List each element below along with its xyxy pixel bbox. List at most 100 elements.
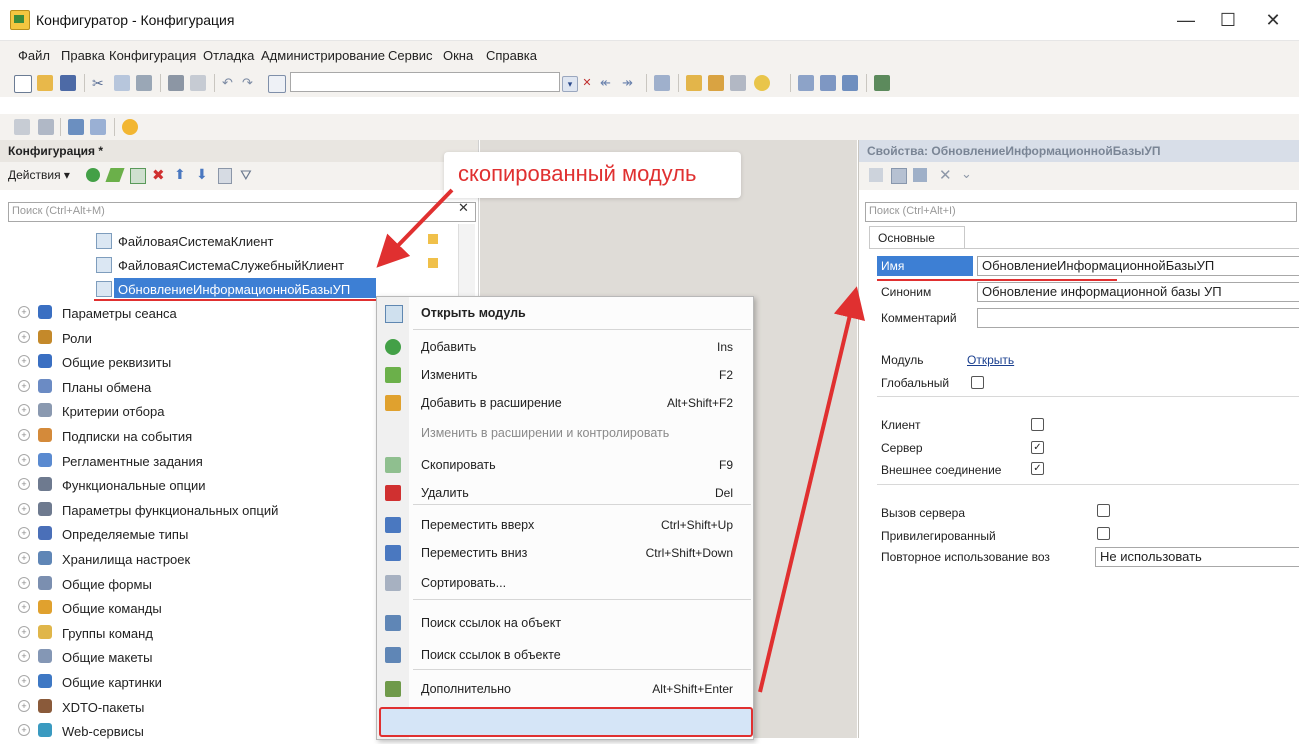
print-icon[interactable]: [168, 75, 184, 91]
clear-search-icon[interactable]: ✕: [580, 76, 594, 90]
new-icon[interactable]: [14, 75, 32, 93]
list-icon[interactable]: [14, 119, 30, 135]
ctx-item[interactable]: Дополнительно Alt+Shift+Enter: [377, 675, 753, 704]
menu-file[interactable]: Файл: [18, 48, 50, 63]
syntax-icon[interactable]: [708, 75, 724, 91]
chevron-down-icon[interactable]: ⌄: [961, 166, 972, 182]
undo-icon[interactable]: ↶: [222, 75, 238, 91]
actions-menu[interactable]: Действия ▾: [8, 168, 70, 182]
module-open-link[interactable]: Открыть: [967, 353, 1014, 367]
search-prev-icon[interactable]: ↞: [600, 75, 616, 91]
menu-windows[interactable]: Окна: [443, 48, 473, 63]
expand-icon[interactable]: +: [18, 429, 30, 441]
expand-icon[interactable]: +: [18, 552, 30, 564]
expand-icon[interactable]: +: [18, 699, 30, 712]
expand-icon[interactable]: +: [18, 527, 30, 540]
tree-item-module[interactable]: ФайловаяСистемаСлужебныйКлиент: [0, 254, 476, 278]
clear-icon[interactable]: ✕: [939, 166, 952, 184]
tree-item-module[interactable]: ФайловаяСистемаКлиент: [0, 230, 476, 254]
expand-icon[interactable]: +: [18, 576, 30, 589]
cut-icon[interactable]: ✂: [92, 75, 108, 91]
reuse-select[interactable]: Не использовать: [1095, 547, 1299, 567]
expand-icon[interactable]: +: [18, 330, 30, 343]
expand-icon[interactable]: +: [18, 379, 30, 392]
run-debug-icon[interactable]: [122, 119, 138, 135]
find-icon[interactable]: [268, 75, 286, 93]
expand-icon[interactable]: +: [18, 601, 30, 614]
add-icon[interactable]: [86, 168, 100, 182]
ctx-open-module[interactable]: Открыть модуль: [377, 299, 753, 328]
ctx-item[interactable]: Сортировать...: [377, 569, 753, 598]
merge-icon[interactable]: [820, 75, 836, 91]
db-icon[interactable]: [68, 119, 84, 135]
search-next-icon[interactable]: ↠: [622, 75, 638, 91]
main-search-input[interactable]: [290, 72, 560, 92]
move-up-icon[interactable]: ⬆: [174, 166, 186, 183]
copy-icon[interactable]: [130, 168, 146, 184]
ctx-item[interactable]: Переместить вниз Ctrl+Shift+Down: [377, 539, 753, 568]
name-field[interactable]: ОбновлениеИнформационнойБазыУП: [977, 256, 1299, 276]
ctx-item[interactable]: Изменить F2: [377, 361, 753, 390]
ctx-item[interactable]: Поиск ссылок в объекте: [377, 641, 753, 670]
extension-icon[interactable]: [874, 75, 890, 91]
menu-configuration[interactable]: Конфигурация: [109, 48, 196, 63]
delete-icon[interactable]: ✖: [152, 166, 165, 184]
compare-icon[interactable]: [798, 75, 814, 91]
client-checkbox[interactable]: [1031, 418, 1044, 431]
ctx-item[interactable]: Переместить вверх Ctrl+Shift+Up: [377, 511, 753, 540]
server-checkbox[interactable]: ✓: [1031, 441, 1044, 454]
form-icon[interactable]: [90, 119, 106, 135]
dropdown-icon[interactable]: ▾: [562, 76, 578, 92]
filter-icon[interactable]: [913, 168, 927, 182]
move-down-icon[interactable]: ⬇: [196, 166, 208, 183]
windows-icon[interactable]: [654, 75, 670, 91]
tools-icon[interactable]: [686, 75, 702, 91]
menu-debug[interactable]: Отладка: [203, 48, 254, 63]
expand-icon[interactable]: +: [18, 453, 30, 466]
save-icon[interactable]: [60, 75, 76, 91]
expand-icon[interactable]: +: [18, 724, 30, 737]
expand-icon[interactable]: +: [18, 650, 30, 663]
filter-icon[interactable]: ⛛: [240, 167, 252, 184]
ctx-item[interactable]: Добавить в расширение Alt+Shift+F2: [377, 389, 753, 418]
external-connection-checkbox[interactable]: ✓: [1031, 462, 1044, 475]
expand-icon[interactable]: +: [18, 502, 30, 515]
menu-edit[interactable]: Правка: [61, 48, 105, 63]
privileged-checkbox[interactable]: [1097, 527, 1110, 540]
synonym-field[interactable]: Обновление информационной базы УП: [977, 282, 1299, 302]
categories-icon[interactable]: [891, 168, 907, 184]
maximize-button[interactable]: ☐: [1205, 6, 1251, 34]
expand-icon[interactable]: +: [18, 675, 30, 687]
expand-icon[interactable]: +: [18, 625, 30, 638]
menu-help[interactable]: Справка: [486, 48, 537, 63]
copy-icon[interactable]: [114, 75, 130, 91]
sort-icon[interactable]: [218, 168, 232, 184]
update-icon[interactable]: [842, 75, 858, 91]
ctx-item[interactable]: Поиск ссылок на объект: [377, 609, 753, 638]
preview-icon[interactable]: [190, 75, 206, 91]
ctx-item[interactable]: Скопировать F9: [377, 451, 753, 480]
global-checkbox[interactable]: [971, 376, 984, 389]
ctx-item[interactable]: Изменить в расширении и контролировать: [377, 419, 753, 448]
minimize-button[interactable]: —: [1163, 6, 1209, 34]
close-button[interactable]: ✕: [1250, 6, 1296, 34]
sort-alpha-icon[interactable]: [869, 168, 883, 182]
configuration-search-input[interactable]: Поиск (Ctrl+Alt+M): [8, 202, 476, 222]
redo-icon[interactable]: ↷: [242, 75, 258, 91]
edit-icon[interactable]: [105, 168, 125, 182]
paste-icon[interactable]: [136, 75, 152, 91]
expand-icon[interactable]: +: [18, 355, 30, 368]
info-icon[interactable]: [754, 75, 770, 91]
tab-basic[interactable]: Основные: [869, 226, 965, 249]
template-icon[interactable]: [730, 75, 746, 91]
menu-administration[interactable]: Администрирование: [261, 48, 385, 63]
menu-service[interactable]: Сервис: [388, 48, 433, 63]
ctx-item[interactable]: Добавить Ins: [377, 333, 753, 362]
properties-search-input[interactable]: Поиск (Ctrl+Alt+I): [865, 202, 1297, 222]
table-icon[interactable]: [38, 119, 54, 135]
server-call-checkbox[interactable]: [1097, 504, 1110, 517]
expand-icon[interactable]: +: [18, 306, 30, 318]
open-icon[interactable]: [37, 75, 53, 91]
expand-icon[interactable]: +: [18, 478, 30, 491]
expand-icon[interactable]: +: [18, 404, 30, 417]
